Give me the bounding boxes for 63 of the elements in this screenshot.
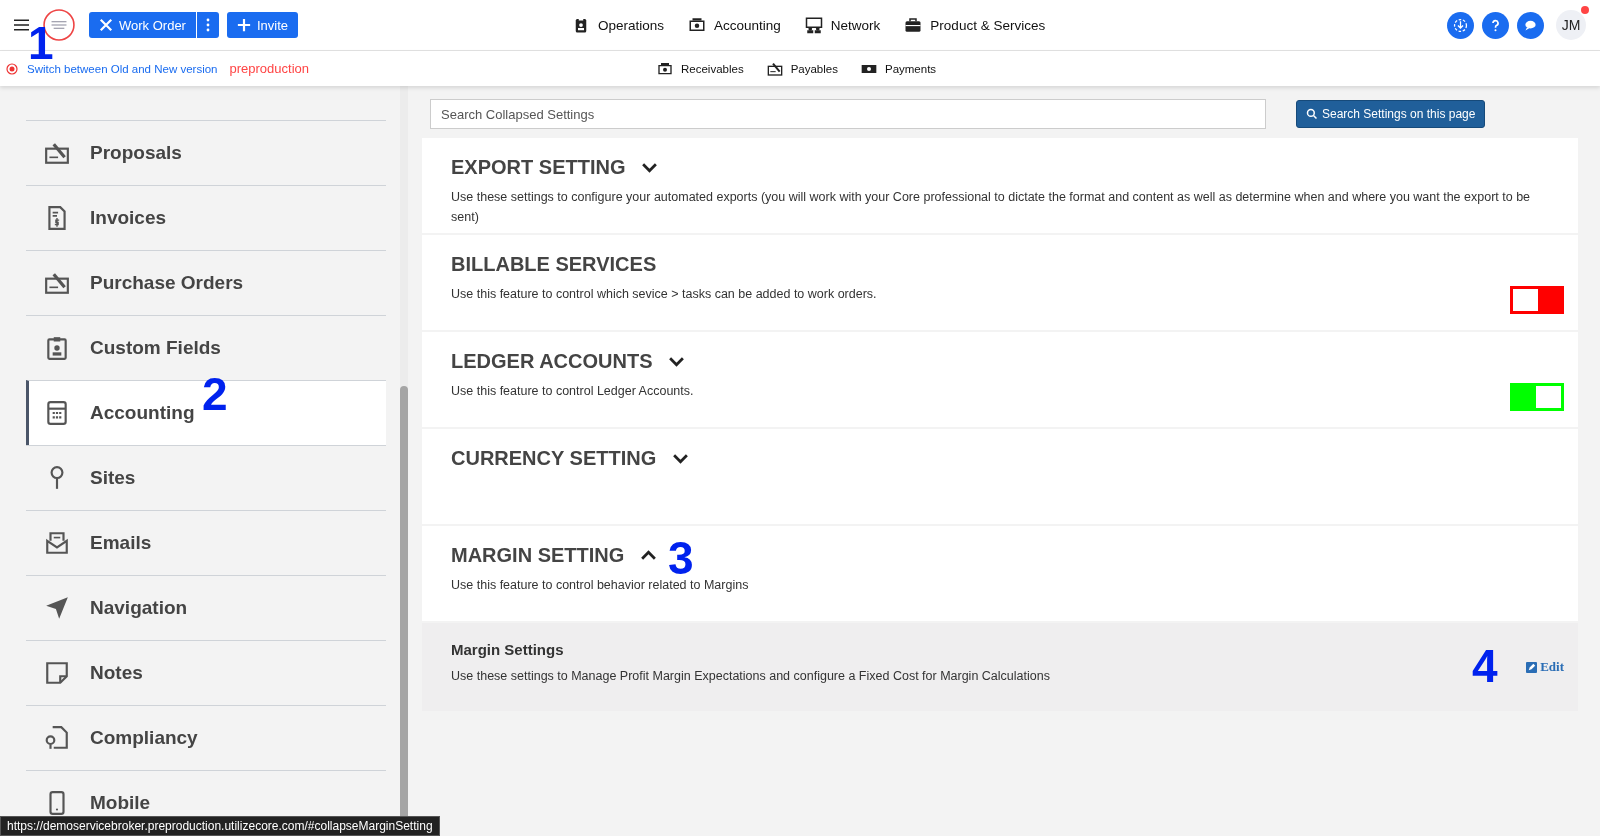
search-icon xyxy=(1306,108,1318,120)
arrow-icon xyxy=(44,595,70,621)
chat-button[interactable] xyxy=(1517,11,1544,39)
mail-icon xyxy=(44,530,70,556)
annotation-number: 1 xyxy=(28,27,54,61)
panel-description: Use these settings to Manage Profit Margin Expectations and configure a Fixed Cost for Margin Calculations xyxy=(451,668,1050,685)
nav-link[interactable]: Accounting xyxy=(688,16,781,34)
section-title: BILLABLE SERVICES xyxy=(451,253,657,276)
section-title: CURRENCY SETTING xyxy=(451,447,657,470)
more-icon xyxy=(205,18,210,32)
sidebar-item[interactable]: Sites xyxy=(26,445,386,510)
chevron-down-icon[interactable] xyxy=(641,162,659,173)
section-description: Use this feature to control behavior related to Margins xyxy=(451,577,749,594)
panel-title: Margin Settings xyxy=(451,641,565,658)
note-icon xyxy=(44,660,70,686)
nav-link[interactable]: Network xyxy=(804,16,881,34)
pencil-icon xyxy=(1526,661,1538,673)
section-description: Use these settings to configure your automated exports (you will work with your Core professional to dictate the format and content as well as determine when and where you want the export to be sent) xyxy=(451,189,1531,226)
invite-button[interactable]: Invite xyxy=(226,12,298,38)
annotation-number: 4 xyxy=(1472,650,1498,684)
environment-label: preproduction xyxy=(229,61,309,76)
subnav-link[interactable]: Payables xyxy=(765,60,838,77)
section-title: EXPORT SETTING xyxy=(451,156,626,179)
record-icon xyxy=(6,62,18,75)
sidebar-item[interactable]: Compliancy xyxy=(26,705,386,770)
sidebar-item[interactable]: Navigation xyxy=(26,575,386,640)
help-button[interactable] xyxy=(1482,11,1509,39)
search-button[interactable]: Search Settings on this page xyxy=(1296,100,1486,128)
nav-link[interactable]: Product & Services xyxy=(904,16,1046,34)
calculator-icon xyxy=(44,400,70,426)
section-title: MARGIN SETTING xyxy=(451,544,625,567)
url-tooltip: https://demoservicebroker.preproduction.utilizecore.com/#collapseMarginSetting xyxy=(0,816,440,836)
subnav-link[interactable]: Receivables xyxy=(656,60,744,77)
chevron-down-icon[interactable] xyxy=(668,356,686,367)
toggle-switch[interactable] xyxy=(1510,286,1564,314)
edit-link[interactable]: Edit xyxy=(1526,659,1564,675)
sidebar-item[interactable]: Proposals xyxy=(26,120,386,185)
clipboard-icon xyxy=(44,335,70,361)
download-button[interactable] xyxy=(1447,11,1474,39)
work-order-button[interactable]: Work Order xyxy=(89,12,196,38)
section-description: Use this feature to control which sevice > tasks can be added to work orders. xyxy=(451,286,877,303)
section-description: Use this feature to control Ledger Accounts. xyxy=(451,383,694,400)
menu-icon[interactable] xyxy=(14,19,29,31)
sidebar-item[interactable]: Emails xyxy=(26,510,386,575)
subnav-link[interactable]: Payments xyxy=(859,60,937,77)
sidebar-item[interactable]: Purchase Orders xyxy=(26,250,386,315)
sidebar-item[interactable]: Notes xyxy=(26,640,386,705)
plus-icon xyxy=(236,18,251,32)
chevron-up-icon[interactable] xyxy=(640,550,658,561)
user-avatar[interactable]: JM xyxy=(1556,10,1586,40)
download-icon xyxy=(1452,16,1469,34)
annotation-number: 2 xyxy=(202,378,228,412)
nav-link[interactable]: Operations xyxy=(572,16,665,34)
people-icon xyxy=(804,16,823,34)
document-icon xyxy=(44,725,70,751)
chevron-down-icon[interactable] xyxy=(672,453,690,464)
version-switch-link[interactable]: Switch between Old and New version xyxy=(27,62,218,75)
search-field[interactable]: Search Collapsed Settings xyxy=(430,99,1266,129)
briefcase-icon xyxy=(904,16,923,34)
section-title: LEDGER ACCOUNTS xyxy=(451,350,653,373)
annotation-number: 3 xyxy=(668,542,694,576)
more-button[interactable] xyxy=(196,12,219,38)
sidebar-item[interactable]: Invoices xyxy=(26,185,386,250)
